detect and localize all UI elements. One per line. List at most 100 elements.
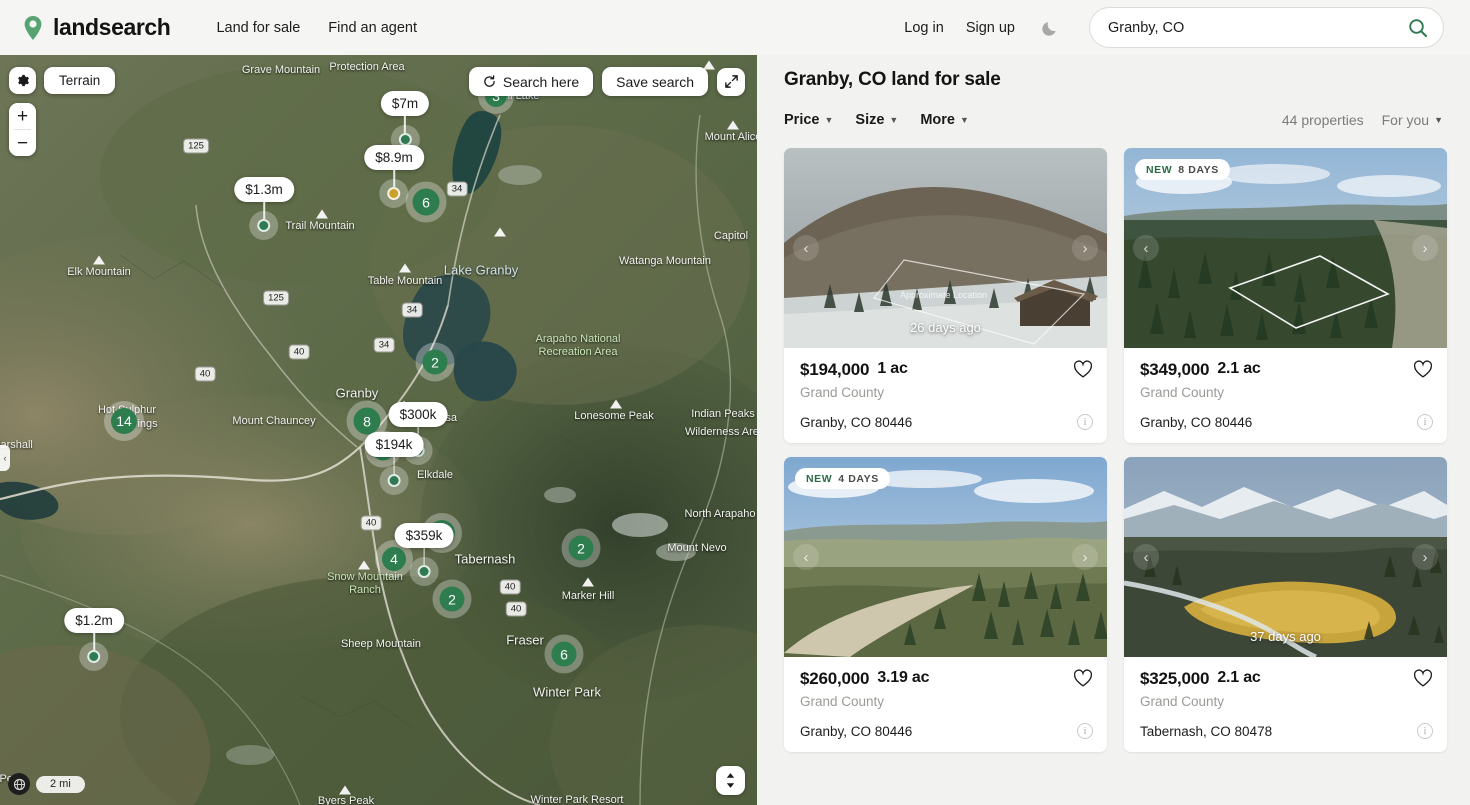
filter-more-button[interactable]: More ▼ (920, 112, 969, 128)
badge-new-label: NEW (806, 472, 833, 485)
map-cluster-marker[interactable]: 2 (568, 535, 594, 561)
property-county: Grand County (800, 694, 885, 709)
map-price-label[interactable]: $8.9m (364, 145, 424, 170)
address-row: Granby, CO 80446 i (800, 414, 1093, 430)
map-price-label[interactable]: $1.2m (64, 608, 124, 633)
map-top-left-controls: Terrain (9, 67, 116, 94)
map-cluster-marker[interactable]: 8 (353, 407, 381, 435)
favorite-button[interactable] (1073, 360, 1093, 380)
photo-next-button[interactable]: › (1412, 235, 1438, 261)
map-price-dot[interactable] (87, 650, 101, 663)
badge-days-label: 4 DAYS (838, 472, 879, 485)
moon-icon (1042, 21, 1056, 36)
property-details: $325,000 2.1 ac Grand County Tabernash, CO … (1124, 657, 1447, 752)
photo-prev-button[interactable]: ‹ (1133, 544, 1159, 570)
location-search-box[interactable] (1089, 7, 1444, 48)
nav-find-an-agent[interactable]: Find an agent (328, 20, 417, 36)
map-price-dot[interactable] (387, 474, 401, 487)
map-price-stem (404, 116, 406, 133)
property-card[interactable]: Approximate Location ‹ › 26 days ago $194,00… (784, 148, 1107, 443)
map-price-dot[interactable] (387, 187, 401, 200)
property-card[interactable]: ‹ › 37 days ago $325,000 2.1 ac Grand County T… (1124, 457, 1447, 752)
map-price-dot[interactable] (417, 565, 431, 578)
map-price-label[interactable]: $1.3m (234, 177, 294, 202)
save-search-button[interactable]: Save search (602, 67, 708, 96)
property-photo[interactable]: NEW 4 DAYS ‹ › (784, 457, 1107, 657)
new-listing-badge: NEW 8 DAYS (1135, 159, 1230, 180)
photo-next-button[interactable]: › (1072, 544, 1098, 570)
favorite-button[interactable] (1413, 669, 1433, 689)
photo-age-caption: 26 days ago (910, 320, 981, 335)
filter-bar: Price ▼ Size ▼ More ▼ 44 properties For … (784, 108, 1443, 132)
refresh-icon (484, 75, 495, 87)
photo-next-button[interactable]: › (1072, 235, 1098, 261)
property-photo[interactable]: NEW 8 DAYS ‹ › (1124, 148, 1447, 348)
photo-next-button[interactable]: › (1412, 544, 1438, 570)
info-button[interactable]: i (1417, 414, 1433, 430)
sort-button[interactable]: For you ▼ (1382, 112, 1443, 128)
map-price-label[interactable]: $7m (380, 91, 430, 116)
property-card[interactable]: NEW 4 DAYS ‹ › $260,000 3.19 ac Grand County Gr… (784, 457, 1107, 752)
map-price-marker[interactable]: $194k (364, 432, 424, 487)
map-fullscreen-button[interactable] (717, 67, 745, 96)
signup-link[interactable]: Sign up (966, 20, 1015, 36)
map-panel[interactable]: Grave Mountain Protection Area Mount Alice… (0, 55, 757, 805)
search-input[interactable] (1108, 19, 1407, 36)
chevron-down-icon: ▼ (889, 114, 899, 125)
price-row: $194,000 1 ac (800, 360, 1093, 380)
map-cluster-marker[interactable]: 14 (111, 408, 137, 434)
badge-days-label: 8 DAYS (1178, 163, 1219, 176)
globe-icon[interactable] (8, 773, 30, 795)
property-card[interactable]: NEW 8 DAYS ‹ › $349,000 2.1 ac Grand County Gra… (1124, 148, 1447, 443)
property-county: Grand County (1140, 694, 1225, 709)
property-address: Granby, CO 80446 (800, 414, 913, 430)
map-price-dot[interactable] (257, 219, 271, 232)
photo-prev-button[interactable]: ‹ (793, 544, 819, 570)
map-cluster-marker[interactable]: 6 (551, 641, 577, 667)
map-resize-button[interactable] (716, 766, 745, 795)
map-terrain-button[interactable]: Terrain (44, 67, 116, 94)
photo-prev-button[interactable]: ‹ (1133, 235, 1159, 261)
login-link[interactable]: Log in (904, 20, 944, 36)
address-row: Granby, CO 80446 i (1140, 414, 1433, 430)
map-price-marker[interactable]: $8.9m (364, 145, 424, 200)
map-settings-button[interactable] (9, 67, 36, 94)
map-price-label[interactable]: $194k (364, 432, 424, 457)
map-price-marker[interactable]: $359k (394, 523, 454, 578)
map-price-label[interactable]: $359k (394, 523, 454, 548)
map-price-marker[interactable]: $1.3m (234, 177, 294, 232)
property-details: $194,000 1 ac Grand County Granby, CO 80446… (784, 348, 1107, 443)
brand-logo[interactable]: landsearch (22, 14, 171, 41)
photo-image: Approximate Location (784, 148, 1107, 348)
filter-size-button[interactable]: Size ▼ (855, 112, 898, 128)
theme-toggle-button[interactable] (1037, 15, 1063, 41)
nav-land-for-sale[interactable]: Land for sale (216, 20, 300, 36)
property-photo[interactable]: Approximate Location ‹ › 26 days ago (784, 148, 1107, 348)
info-button[interactable]: i (1077, 414, 1093, 430)
search-here-button[interactable]: Search here (468, 67, 594, 96)
map-cluster-marker[interactable]: 2 (439, 586, 465, 612)
map-price-marker[interactable]: $7m (380, 91, 430, 146)
map-price-marker[interactable]: $1.2m (64, 608, 124, 663)
filter-price-label: Price (784, 112, 820, 128)
filter-price-button[interactable]: Price ▼ (784, 112, 833, 128)
property-price: $349,000 (1140, 360, 1210, 379)
zoom-in-button[interactable]: + (9, 103, 36, 129)
favorite-button[interactable] (1413, 360, 1433, 380)
map-cluster-marker[interactable]: 2 (422, 349, 448, 375)
info-button[interactable]: i (1417, 723, 1433, 739)
photo-prev-button[interactable]: ‹ (793, 235, 819, 261)
map-price-label[interactable]: $300k (388, 402, 448, 427)
favorite-button[interactable] (1073, 669, 1093, 689)
property-price: $260,000 (800, 669, 870, 688)
search-icon[interactable] (1407, 17, 1429, 39)
listings-panel: Granby, CO land for sale Price ▼ Size ▼ … (757, 55, 1470, 805)
chevron-down-icon: ▼ (1434, 114, 1443, 125)
property-photo[interactable]: ‹ › 37 days ago (1124, 457, 1447, 657)
map-price-stem (263, 202, 265, 219)
property-details: $349,000 2.1 ac Grand County Granby, CO 804… (1124, 348, 1447, 443)
info-button[interactable]: i (1077, 723, 1093, 739)
map-collapse-handle[interactable]: ‹ (0, 445, 10, 471)
zoom-out-button[interactable]: − (9, 130, 36, 156)
badge-new-label: NEW (1146, 163, 1173, 176)
